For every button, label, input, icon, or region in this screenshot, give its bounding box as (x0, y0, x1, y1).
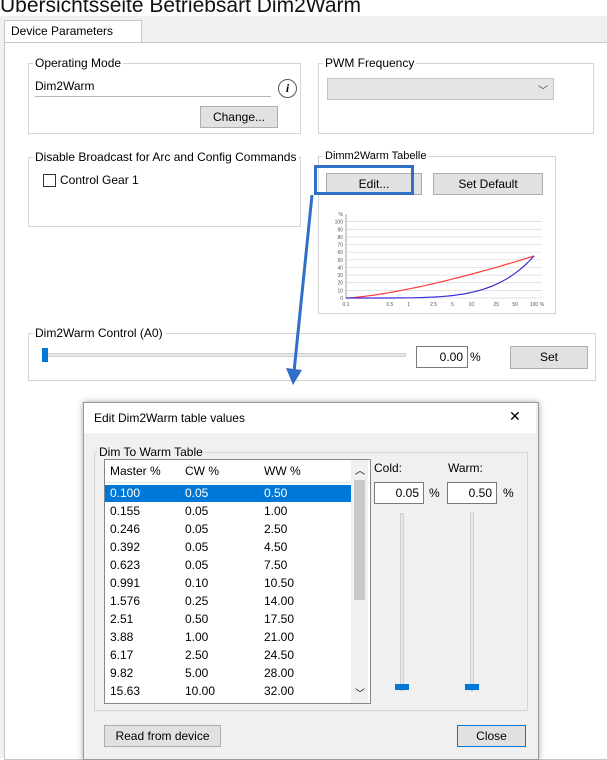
edit-table-dialog: Edit Dim2Warm table values ✕ Dim To Warm… (83, 402, 539, 760)
master-cell: 0.246 (110, 522, 141, 536)
scrollbar-thumb[interactable] (354, 480, 365, 600)
cw-cell: 5.00 (185, 666, 209, 680)
table-row[interactable]: 0.246 0.05 2.50 (105, 521, 351, 538)
read-from-device-button[interactable]: Read from device (104, 725, 221, 747)
ww-cell: 2.50 (264, 522, 288, 536)
table-row[interactable]: 9.82 5.00 28.00 (105, 665, 351, 682)
ww-cell: 7.50 (264, 558, 288, 572)
cw-cell: 0.05 (185, 522, 209, 536)
table-row[interactable]: 3.88 1.00 21.00 (105, 629, 351, 646)
master-cell: 15.63 (110, 684, 141, 698)
column-master[interactable]: Master % (110, 464, 161, 478)
warm-label: Warm: (448, 461, 483, 475)
table-row[interactable]: 0.155 0.05 1.00 (105, 503, 351, 520)
table-scrollbar[interactable]: ︿ ﹀ (351, 460, 368, 703)
master-cell: 0.623 (110, 558, 141, 572)
cw-cell: 0.05 (185, 504, 209, 518)
table-row[interactable]: 0.392 0.05 4.50 (105, 539, 351, 556)
cw-cell: 0.05 (185, 486, 209, 500)
master-cell: 0.155 (110, 504, 141, 518)
column-cw[interactable]: CW % (185, 464, 219, 478)
ww-cell: 17.50 (264, 612, 295, 626)
table-row[interactable]: 0.100 0.05 0.50 (105, 485, 351, 502)
ww-cell: 0.50 (264, 486, 288, 500)
ww-cell: 21.00 (264, 630, 295, 644)
master-cell: 0.100 (110, 486, 141, 500)
master-cell: 1.576 (110, 594, 141, 608)
table-row[interactable]: 15.63 10.00 32.00 (105, 683, 351, 700)
table-row[interactable]: 2.51 0.50 17.50 (105, 611, 351, 628)
close-button[interactable]: Close (457, 725, 526, 747)
ww-cell: 14.00 (264, 594, 295, 608)
cold-value-input[interactable]: 0.05 (374, 482, 424, 504)
cold-label: Cold: (374, 461, 403, 475)
scroll-down-icon[interactable]: ﹀ (355, 685, 365, 700)
ww-cell: 4.50 (264, 540, 288, 554)
cw-cell: 0.05 (185, 558, 209, 572)
master-cell: 6.17 (110, 648, 134, 662)
close-icon[interactable]: ✕ (509, 408, 521, 425)
ww-cell: 24.50 (264, 648, 295, 662)
dim-to-warm-legend: Dim To Warm Table (99, 445, 203, 459)
table-rows: 0.100 0.05 0.50 0.155 0.05 1.00 0.246 0.05 2.50 0… (105, 485, 351, 703)
ww-cell: 32.00 (264, 684, 295, 698)
cw-cell: 10.00 (185, 684, 216, 698)
master-cell: 2.51 (110, 612, 134, 626)
master-cell: 0.392 (110, 540, 141, 554)
warm-slider-thumb[interactable] (465, 684, 479, 690)
ww-cell: 1.00 (264, 504, 288, 518)
table-row[interactable]: 1.576 0.25 14.00 (105, 593, 351, 610)
cold-slider-thumb[interactable] (395, 684, 409, 690)
column-ww[interactable]: WW % (264, 464, 301, 478)
table-row[interactable]: 0.623 0.05 7.50 (105, 557, 351, 574)
warm-percent-label: % (503, 486, 514, 500)
cw-cell: 0.10 (185, 576, 209, 590)
table-listview[interactable]: Master % CW % WW % 0.100 0.05 0.50 0.155 0.0… (104, 459, 371, 704)
cw-cell: 0.25 (185, 594, 209, 608)
cw-cell: 2.50 (185, 648, 209, 662)
cold-slider-track[interactable] (400, 513, 404, 691)
master-cell: 3.88 (110, 630, 134, 644)
warm-slider-track[interactable] (470, 513, 474, 691)
table-row[interactable]: 6.17 2.50 24.50 (105, 647, 351, 664)
table-row[interactable]: 0.991 0.10 10.50 (105, 575, 351, 592)
scroll-up-icon[interactable]: ︿ (355, 462, 365, 477)
cold-percent-label: % (429, 486, 440, 500)
cw-cell: 0.05 (185, 540, 209, 554)
master-cell: 9.82 (110, 666, 134, 680)
cw-cell: 0.50 (185, 612, 209, 626)
table-header: Master % CW % WW % (105, 460, 370, 483)
warm-value-input[interactable]: 0.50 (447, 482, 497, 504)
master-cell: 0.991 (110, 576, 141, 590)
ww-cell: 10.50 (264, 576, 295, 590)
ww-cell: 28.00 (264, 666, 295, 680)
cw-cell: 1.00 (185, 630, 209, 644)
dialog-title: Edit Dim2Warm table values (94, 411, 245, 425)
